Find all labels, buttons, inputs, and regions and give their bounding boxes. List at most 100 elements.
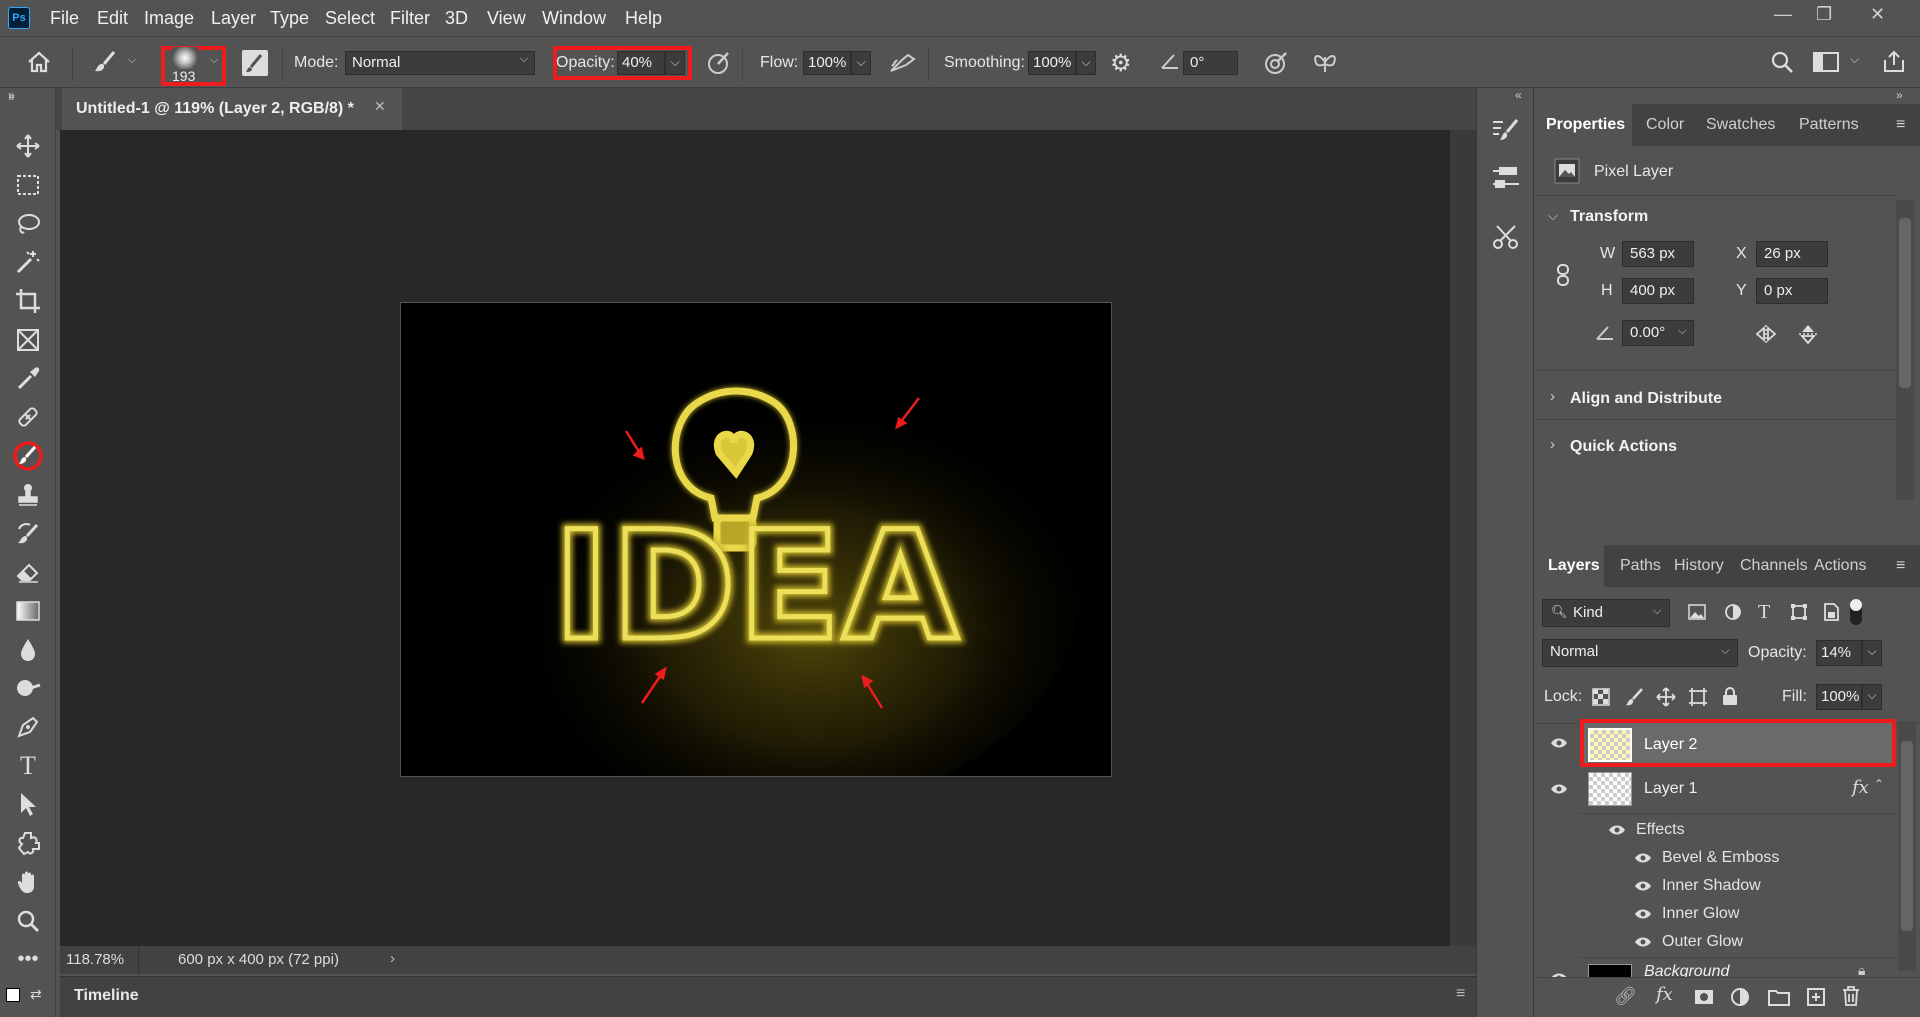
- search-icon[interactable]: [1770, 50, 1794, 74]
- new-group-icon[interactable]: [1768, 988, 1790, 1006]
- filter-adjustment-icon[interactable]: [1724, 603, 1742, 621]
- flip-horizontal-icon[interactable]: [1754, 324, 1778, 344]
- quick-actions-chevron-icon[interactable]: ›: [1550, 436, 1555, 453]
- menu-file[interactable]: File: [50, 8, 79, 29]
- y-input[interactable]: 0 px: [1756, 278, 1828, 304]
- properties-scrollbar[interactable]: [1896, 200, 1914, 500]
- minimize-icon[interactable]: —: [1774, 4, 1792, 25]
- tab-history[interactable]: History: [1674, 545, 1724, 587]
- history-brush-tool-icon[interactable]: [12, 518, 44, 550]
- flow-dropdown[interactable]: ⌵: [851, 51, 871, 75]
- menu-view[interactable]: View: [487, 8, 526, 29]
- hand-tool-icon[interactable]: [12, 866, 44, 898]
- soft-brush-preview-icon[interactable]: [172, 47, 198, 69]
- timeline-tab[interactable]: Timeline: [74, 987, 139, 1005]
- status-more-arrow-icon[interactable]: ›: [390, 950, 395, 967]
- workspace-chevron-icon[interactable]: ⌵: [1850, 52, 1859, 67]
- tab-channels[interactable]: Channels: [1740, 545, 1808, 587]
- add-style-icon[interactable]: fx: [1656, 984, 1673, 1005]
- magic-wand-tool-icon[interactable]: [12, 246, 44, 278]
- frame-tool-icon[interactable]: [12, 324, 44, 356]
- layer-row-layer1[interactable]: Layer 1 fx ⌃: [1582, 767, 1892, 811]
- fill-dropdown[interactable]: ⌵: [1862, 684, 1882, 710]
- path-selection-tool-icon[interactable]: [12, 788, 44, 820]
- effects-label[interactable]: Effects: [1636, 821, 1685, 839]
- layer-opacity-input[interactable]: 14%: [1816, 640, 1862, 666]
- x-input[interactable]: 26 px: [1756, 241, 1828, 267]
- effect-outer-glow[interactable]: Outer Glow: [1662, 933, 1743, 951]
- opacity-dropdown[interactable]: ⌵: [665, 51, 685, 75]
- filter-type-icon[interactable]: T: [1758, 601, 1770, 624]
- background-layer-name[interactable]: Background: [1644, 963, 1729, 978]
- airbrush-icon[interactable]: [888, 51, 918, 75]
- tab-actions[interactable]: Actions: [1814, 545, 1866, 587]
- new-layer-icon[interactable]: [1806, 987, 1826, 1007]
- gradient-tool-icon[interactable]: [12, 595, 44, 627]
- brush-angle-input[interactable]: 0°: [1183, 51, 1238, 75]
- clone-source-panel-icon[interactable]: [1491, 222, 1521, 252]
- eyedropper-tool-icon[interactable]: [12, 363, 44, 395]
- more-tools-icon[interactable]: •••: [12, 943, 44, 975]
- lock-transparent-icon[interactable]: [1592, 688, 1610, 706]
- layer2-visibility-eye-icon[interactable]: [1550, 737, 1568, 749]
- properties-menu-icon[interactable]: ≡: [1896, 104, 1905, 146]
- eraser-tool-icon[interactable]: [12, 556, 44, 588]
- custom-shape-tool-icon[interactable]: [12, 827, 44, 859]
- link-dimensions-icon[interactable]: [1556, 264, 1570, 286]
- fill-input[interactable]: 100%: [1816, 684, 1862, 710]
- filter-toggle[interactable]: [1850, 599, 1862, 625]
- lock-pixels-icon[interactable]: [1624, 687, 1644, 707]
- align-distribute-header[interactable]: Align and Distribute: [1570, 390, 1722, 408]
- opacity-input[interactable]: 40%: [617, 51, 665, 75]
- collapse-panels-icon[interactable]: »: [1896, 88, 1903, 102]
- menu-edit[interactable]: Edit: [97, 8, 128, 29]
- collapse-dock-icon[interactable]: «: [1515, 88, 1522, 102]
- menu-3d[interactable]: 3D: [445, 8, 468, 29]
- smoothing-dropdown[interactable]: ⌵: [1076, 51, 1096, 75]
- tab-patterns[interactable]: Patterns: [1799, 104, 1859, 146]
- close-tab-icon[interactable]: ✕: [374, 98, 386, 115]
- layer-opacity-dropdown[interactable]: ⌵: [1862, 640, 1882, 666]
- brush-settings-panel-icon[interactable]: [1491, 116, 1521, 146]
- collapse-arrow-icon[interactable]: »: [8, 90, 15, 104]
- menu-layer[interactable]: Layer: [211, 8, 256, 29]
- swap-colors-icon[interactable]: ⇄: [30, 986, 42, 1003]
- menu-window[interactable]: Window: [542, 8, 606, 29]
- lock-all-icon[interactable]: [1722, 686, 1738, 706]
- move-tool-icon[interactable]: [12, 130, 44, 162]
- tab-layers[interactable]: Layers: [1536, 545, 1604, 587]
- default-colors-icon[interactable]: [6, 988, 20, 1002]
- brush-tool-selected-icon[interactable]: [12, 440, 44, 472]
- quick-actions-header[interactable]: Quick Actions: [1570, 438, 1677, 456]
- layers-scrollbar[interactable]: [1898, 721, 1916, 971]
- crop-tool-icon[interactable]: [12, 285, 44, 317]
- filter-pixel-icon[interactable]: [1688, 604, 1706, 620]
- effect-inner-shadow[interactable]: Inner Shadow: [1662, 877, 1761, 895]
- layers-menu-icon[interactable]: ≡: [1896, 545, 1905, 587]
- effect-bevel-emboss[interactable]: Bevel & Emboss: [1662, 849, 1779, 867]
- flip-vertical-icon[interactable]: [1798, 322, 1818, 346]
- zoom-tool-icon[interactable]: [12, 905, 44, 937]
- inner-shadow-eye-icon[interactable]: [1634, 880, 1652, 892]
- brush-settings-icon[interactable]: [242, 50, 268, 76]
- brush-tool-icon[interactable]: [92, 49, 118, 75]
- menu-image[interactable]: Image: [144, 8, 194, 29]
- pen-tool-icon[interactable]: [12, 711, 44, 743]
- adjustment-layer-icon[interactable]: [1730, 987, 1750, 1007]
- layer-kind-filter[interactable]: 🔍︎ Kind ⌵: [1542, 599, 1670, 627]
- timeline-menu-icon[interactable]: ≡: [1456, 985, 1465, 1003]
- document-tab[interactable]: Untitled-1 @ 119% (Layer 2, RGB/8) * ✕: [62, 88, 402, 130]
- home-icon[interactable]: [26, 50, 52, 74]
- flow-input[interactable]: 100%: [803, 51, 851, 75]
- menu-type[interactable]: Type: [270, 8, 309, 29]
- gear-icon[interactable]: ⚙: [1110, 49, 1132, 78]
- lasso-tool-icon[interactable]: [12, 208, 44, 240]
- menu-select[interactable]: Select: [325, 8, 375, 29]
- add-mask-icon[interactable]: [1694, 989, 1714, 1005]
- effect-inner-glow[interactable]: Inner Glow: [1662, 905, 1739, 923]
- clone-stamp-tool-icon[interactable]: [12, 479, 44, 511]
- align-chevron-icon[interactable]: ›: [1550, 388, 1555, 405]
- menu-help[interactable]: Help: [625, 8, 662, 29]
- blur-tool-icon[interactable]: [12, 634, 44, 666]
- width-input[interactable]: 563 px: [1622, 241, 1694, 267]
